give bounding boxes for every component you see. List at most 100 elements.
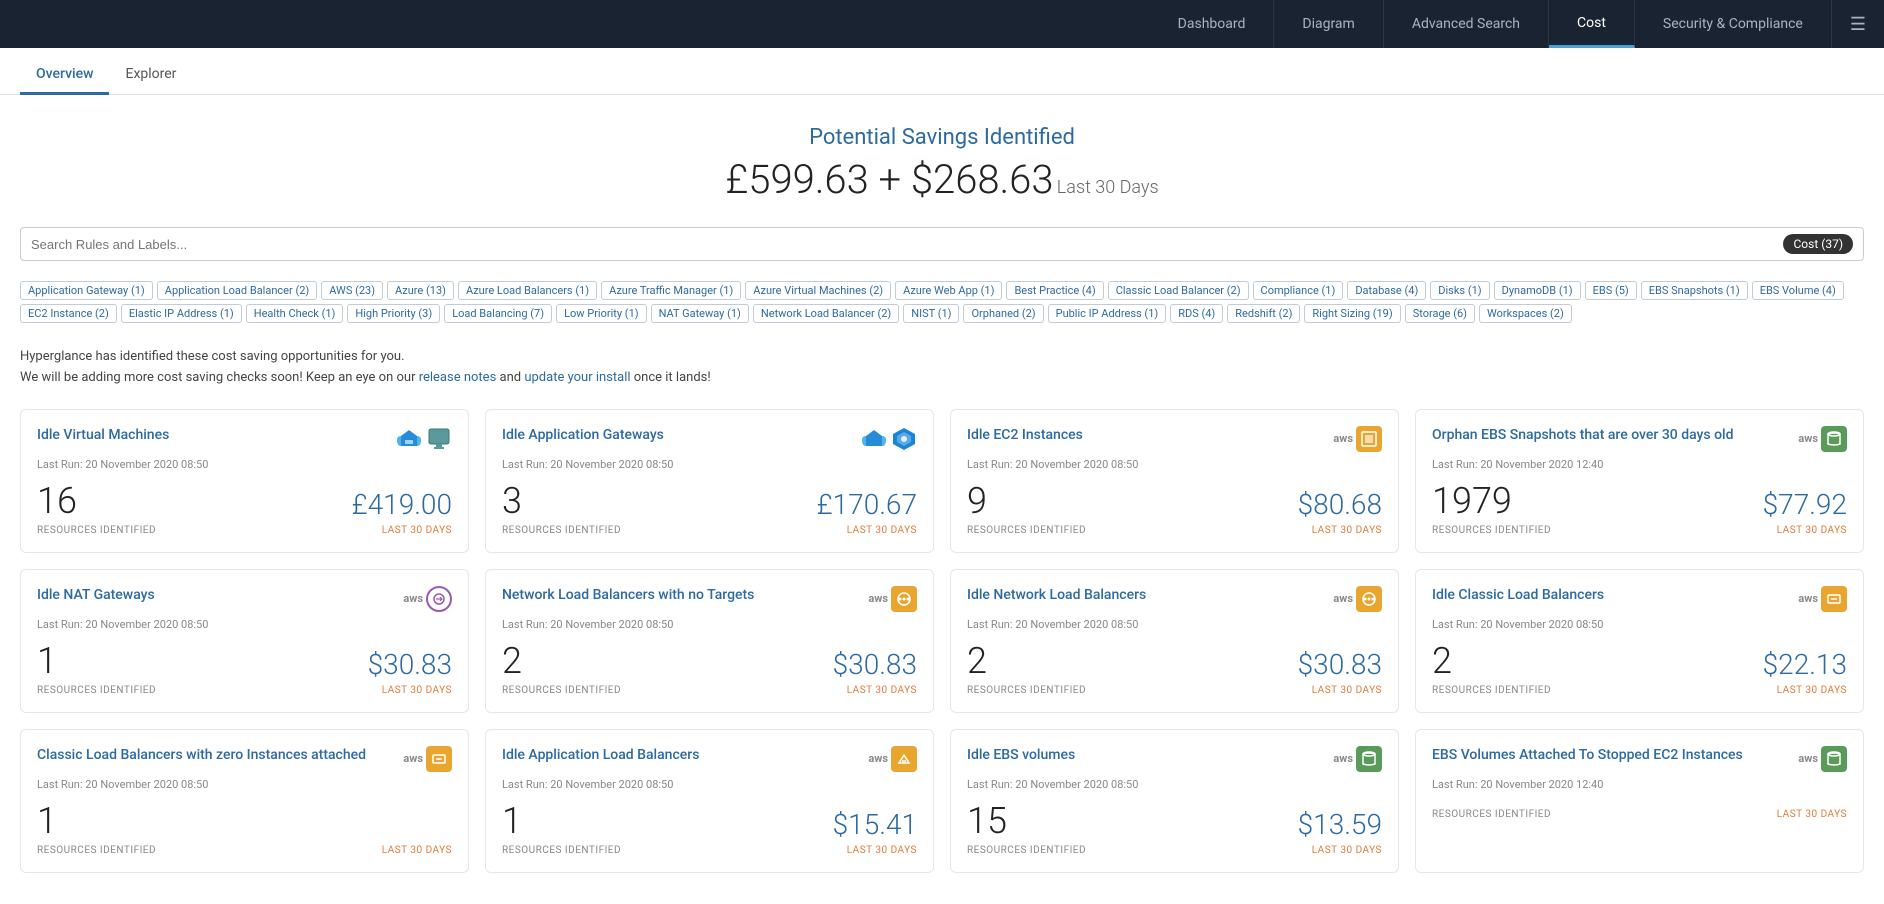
tab-explorer[interactable]: Explorer xyxy=(109,56,192,95)
nav-security[interactable]: Security & Compliance xyxy=(1635,0,1832,48)
tag-item[interactable]: NAT Gateway (1) xyxy=(651,304,749,323)
tag-item[interactable]: EBS (5) xyxy=(1585,281,1637,300)
cost-card[interactable]: Idle Application Gateways Last Run: 20 N… xyxy=(485,409,934,553)
tag-item[interactable]: Best Practice (4) xyxy=(1006,281,1103,300)
tag-item[interactable]: NIST (1) xyxy=(903,304,959,323)
tag-item[interactable]: Application Load Balancer (2) xyxy=(157,281,317,300)
aws-text-icon xyxy=(395,426,452,452)
ebs-icon-box xyxy=(1356,746,1382,772)
card-body: 2 $30.83 xyxy=(967,643,1382,679)
nav-diagram[interactable]: Diagram xyxy=(1274,0,1383,48)
tag-item[interactable]: Workspaces (2) xyxy=(1479,304,1572,323)
cost-badge[interactable]: Cost (37) xyxy=(1783,234,1853,254)
card-icons xyxy=(395,426,452,452)
release-notes-link[interactable]: release notes xyxy=(419,370,497,385)
card-title: Idle Application Gateways xyxy=(502,426,852,444)
resources-label: RESOURCES IDENTIFIED xyxy=(37,845,156,856)
resources-label: RESOURCES IDENTIFIED xyxy=(502,525,621,536)
tag-item[interactable]: Compliance (1) xyxy=(1253,281,1344,300)
tag-item[interactable]: EBS Volume (4) xyxy=(1752,281,1844,300)
period-label: LAST 30 DAYS xyxy=(847,845,917,856)
card-amount: $30.83 xyxy=(368,651,452,679)
tag-item[interactable]: DynamoDB (1) xyxy=(1494,281,1581,300)
tag-item[interactable]: Storage (6) xyxy=(1405,304,1475,323)
tag-item[interactable]: Right Sizing (19) xyxy=(1304,304,1400,323)
nav-cost[interactable]: Cost xyxy=(1549,0,1635,48)
info-line-1: Hyperglance has identified these cost sa… xyxy=(20,347,1864,368)
card-body: 15 $13.59 xyxy=(967,803,1382,839)
search-input[interactable] xyxy=(31,237,1783,252)
cost-card[interactable]: Idle Classic Load Balancers aws Last Run… xyxy=(1415,569,1864,713)
tab-overview[interactable]: Overview xyxy=(20,56,109,95)
tag-item[interactable]: Disks (1) xyxy=(1430,281,1489,300)
tag-item[interactable]: Classic Load Balancer (2) xyxy=(1108,281,1249,300)
tag-item[interactable]: Orphaned (2) xyxy=(963,304,1043,323)
cost-card[interactable]: Idle Network Load Balancers aws Last Run… xyxy=(950,569,1399,713)
cost-card[interactable]: Classic Load Balancers with zero Instanc… xyxy=(20,729,469,873)
card-footer: RESOURCES IDENTIFIED LAST 30 DAYS xyxy=(1432,685,1847,696)
tag-item[interactable]: Redshift (2) xyxy=(1227,304,1300,323)
card-header: Idle Application Load Balancers aws xyxy=(502,746,917,772)
tag-item[interactable]: Elastic IP Address (1) xyxy=(121,304,242,323)
period-label: LAST 30 DAYS xyxy=(1777,685,1847,696)
tag-item[interactable]: AWS (23) xyxy=(321,281,383,300)
cost-card[interactable]: Idle NAT Gateways aws Last Run: 20 Novem… xyxy=(20,569,469,713)
tag-item[interactable]: Health Check (1) xyxy=(246,304,344,323)
card-footer: RESOURCES IDENTIFIED LAST 30 DAYS xyxy=(37,525,452,536)
cost-card[interactable]: EBS Volumes Attached To Stopped EC2 Inst… xyxy=(1415,729,1864,873)
tag-item[interactable]: EBS Snapshots (1) xyxy=(1641,281,1748,300)
card-title: Idle Application Load Balancers xyxy=(502,746,860,764)
card-header: EBS Volumes Attached To Stopped EC2 Inst… xyxy=(1432,746,1847,772)
tag-item[interactable]: Low Priority (1) xyxy=(556,304,647,323)
aws-ebs-icons: aws xyxy=(1333,746,1382,772)
tag-item[interactable]: Azure (13) xyxy=(387,281,454,300)
tag-item[interactable]: Azure Load Balancers (1) xyxy=(458,281,597,300)
card-body: 16 £419.00 xyxy=(37,483,452,519)
top-navigation: Dashboard Diagram Advanced Search Cost S… xyxy=(0,0,1884,48)
azure-cloud-icon xyxy=(395,428,423,450)
resources-label: RESOURCES IDENTIFIED xyxy=(967,685,1086,696)
card-header: Idle EBS volumes aws xyxy=(967,746,1382,772)
tag-item[interactable]: Network Load Balancer (2) xyxy=(753,304,899,323)
tag-item[interactable]: Azure Traffic Manager (1) xyxy=(601,281,741,300)
card-count: 9 xyxy=(967,483,987,519)
tag-item[interactable]: Azure Virtual Machines (2) xyxy=(745,281,891,300)
tag-item[interactable]: Load Balancing (7) xyxy=(444,304,552,323)
tag-item[interactable]: EC2 Instance (2) xyxy=(20,304,117,323)
tag-item[interactable]: Database (4) xyxy=(1347,281,1426,300)
clb-icon-box xyxy=(426,746,452,772)
cost-card[interactable]: Orphan EBS Snapshots that are over 30 da… xyxy=(1415,409,1864,553)
nav-advanced-search[interactable]: Advanced Search xyxy=(1384,0,1549,48)
savings-header: Potential Savings Identified £599.63 + $… xyxy=(20,125,1864,203)
card-title: Idle EC2 Instances xyxy=(967,426,1325,444)
period-label: LAST 30 DAYS xyxy=(1777,525,1847,536)
ebs-icon-box xyxy=(1821,426,1847,452)
hamburger-menu[interactable]: ☰ xyxy=(1832,0,1884,48)
tag-item[interactable]: Application Gateway (1) xyxy=(20,281,153,300)
sub-tabs-bar: Overview Explorer xyxy=(0,56,1884,95)
tag-item[interactable]: RDS (4) xyxy=(1170,304,1223,323)
monitor-icon xyxy=(426,426,452,452)
nat-icon-box xyxy=(426,586,452,612)
card-last-run: Last Run: 20 November 2020 08:50 xyxy=(37,618,452,631)
card-last-run: Last Run: 20 November 2020 08:50 xyxy=(967,458,1382,471)
tag-item[interactable]: Azure Web App (1) xyxy=(895,281,1002,300)
update-install-link[interactable]: update your install xyxy=(524,370,630,385)
cost-card[interactable]: Idle EBS volumes aws Last Run: 20 Novemb… xyxy=(950,729,1399,873)
tag-item[interactable]: Public IP Address (1) xyxy=(1048,304,1167,323)
cost-card[interactable]: Idle EC2 Instances aws Last Run: 20 Nove… xyxy=(950,409,1399,553)
cost-card[interactable]: Idle Virtual Machines Last Run: 20 Novem… xyxy=(20,409,469,553)
card-footer: RESOURCES IDENTIFIED LAST 30 DAYS xyxy=(1432,809,1847,820)
resources-label: RESOURCES IDENTIFIED xyxy=(502,685,621,696)
search-bar: Cost (37) xyxy=(20,227,1864,261)
card-title: Idle Network Load Balancers xyxy=(967,586,1325,604)
nlb-icon-box xyxy=(891,586,917,612)
aws-label4: aws xyxy=(868,592,888,605)
ebs-svg xyxy=(1826,430,1842,448)
nav-dashboard[interactable]: Dashboard xyxy=(1150,0,1275,48)
tag-item[interactable]: High Priority (3) xyxy=(347,304,440,323)
cost-card[interactable]: Idle Application Load Balancers aws Last… xyxy=(485,729,934,873)
cost-card[interactable]: Network Load Balancers with no Targets a… xyxy=(485,569,934,713)
card-footer: RESOURCES IDENTIFIED LAST 30 DAYS xyxy=(37,685,452,696)
card-count: 3 xyxy=(502,483,522,519)
